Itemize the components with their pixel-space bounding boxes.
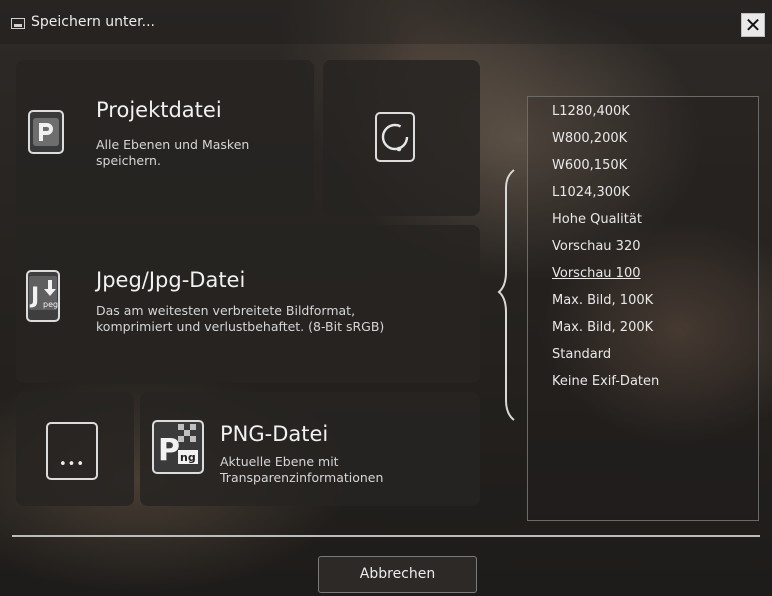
more-options-icon: ••• — [46, 422, 98, 480]
window-title: Speichern unter... — [31, 14, 155, 30]
jpeg-file-option[interactable]: J peg Jpeg/Jpg-Datei Das am weitesten ve… — [16, 225, 480, 383]
svg-text:peg: peg — [43, 300, 58, 309]
preset-item[interactable]: Hohe Qualität — [552, 212, 642, 227]
png-file-description: Aktuelle Ebene mit Transparenzinformatio… — [220, 454, 384, 485]
project-file-title: Projektdatei — [96, 98, 222, 122]
preset-item[interactable]: L1280,400K — [552, 104, 630, 119]
preset-item[interactable]: W800,200K — [552, 131, 627, 146]
preset-item[interactable]: L1024,300K — [552, 185, 630, 200]
preset-item[interactable]: W600,150K — [552, 158, 627, 173]
svg-text:ng: ng — [180, 451, 196, 464]
preset-item[interactable]: Vorschau 320 — [552, 239, 641, 254]
brace-connector — [497, 169, 515, 421]
close-button[interactable]: ✕ — [741, 13, 765, 37]
preset-item[interactable]: Max. Bild, 100K — [552, 293, 653, 308]
cancel-button[interactable]: Abbrechen — [318, 556, 477, 593]
preset-item[interactable]: Keine Exif-Daten — [552, 374, 659, 389]
project-file-description: Alle Ebenen und Masken speichern. — [96, 137, 250, 168]
png-file-option[interactable]: P ng PNG-Datei Aktuelle Ebene mit Transp… — [140, 392, 480, 506]
save-as-dialog: Speichern unter... ✕ Projektdatei Alle E… — [0, 0, 772, 596]
svg-text:P: P — [158, 433, 180, 468]
png-file-icon: P ng — [152, 420, 204, 474]
refresh-icon — [375, 112, 415, 162]
refresh-option[interactable] — [323, 60, 480, 216]
jpeg-file-icon: J peg — [26, 270, 60, 322]
project-file-icon — [28, 110, 64, 154]
title-bar: Speichern unter... ✕ — [0, 0, 772, 44]
close-icon: ✕ — [744, 13, 762, 37]
preset-item-selected[interactable]: Vorschau 100 — [552, 266, 641, 281]
preset-list: L1280,400K W800,200K W600,150K L1024,300… — [527, 96, 759, 521]
project-file-option[interactable]: Projektdatei Alle Ebenen und Masken spei… — [16, 60, 314, 216]
svg-text:J: J — [29, 284, 39, 309]
preset-item[interactable]: Max. Bild, 200K — [552, 320, 653, 335]
footer-divider — [12, 535, 760, 537]
jpeg-file-description: Das am weitesten verbreitete Bildformat,… — [96, 303, 385, 334]
more-options[interactable]: ••• — [16, 392, 134, 506]
png-file-title: PNG-Datei — [220, 422, 329, 446]
preset-item[interactable]: Standard — [552, 347, 611, 362]
ellipsis-icon: ••• — [58, 457, 85, 472]
window-icon — [11, 18, 25, 29]
jpeg-file-title: Jpeg/Jpg-Datei — [96, 268, 246, 292]
